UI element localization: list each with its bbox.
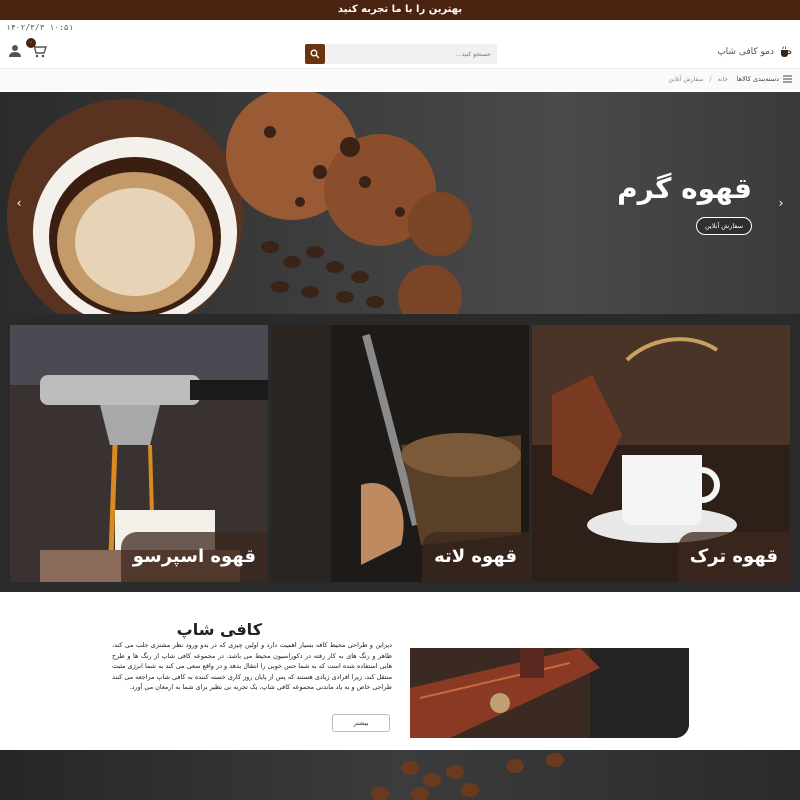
tile-espresso[interactable]: قهوه اسپرسو	[10, 325, 268, 582]
menu-icon	[783, 75, 792, 83]
more-button[interactable]: بیشتر	[332, 714, 390, 732]
category-tiles: قهوه ترک قهوه لاته قهوه اسپرسو	[0, 314, 800, 592]
search-button[interactable]	[305, 44, 325, 64]
datetime-display: ۱۴۰۲/۳/۳ ۱۰:۵۱	[6, 23, 74, 32]
search-input[interactable]	[325, 44, 497, 64]
tile-latte[interactable]: قهوه لاته	[271, 325, 529, 582]
about-image	[410, 648, 689, 738]
categories-menu[interactable]: دسته‌بندی کالاها	[737, 75, 792, 83]
chevron-left-icon[interactable]: ‹	[12, 196, 26, 210]
tile-turkish-coffee[interactable]: قهوه ترک	[532, 325, 790, 582]
coffee-beans-image	[371, 753, 564, 800]
categories-label: دسته‌بندی کالاها	[736, 75, 779, 83]
user-icon[interactable]	[6, 42, 24, 60]
search-bar	[305, 44, 497, 64]
cart-icon[interactable]: ۰	[26, 38, 48, 60]
breadcrumb-online-order[interactable]: سفارش آنلاین	[668, 76, 703, 83]
page: بهترین را با ما تجربه کنید ۱۴۰۲/۳/۳ ۱۰:۵…	[0, 0, 800, 800]
about-text: دیزاین و طراحی محیط کافه بسیار اهمیت دار…	[112, 641, 392, 691]
navigation-row: دسته‌بندی کالاها خانه / سفارش آنلاین	[0, 68, 800, 90]
breadcrumb-separator: /	[709, 76, 712, 83]
logo-text: دمو کافی شاپ	[717, 47, 774, 57]
site-logo[interactable]: دمو کافی شاپ	[717, 45, 792, 59]
hero-slider: ‹ › قهوه گرم سفارش آنلاین	[0, 92, 800, 314]
header-actions: ۰	[6, 38, 48, 60]
coffee-table-image	[410, 648, 689, 738]
tile-label-latte: قهوه لاته	[422, 532, 529, 582]
chevron-right-icon[interactable]: ›	[774, 196, 788, 210]
hero-order-button[interactable]: سفارش آنلاین	[696, 217, 752, 235]
breadcrumb: خانه / سفارش آنلاین	[668, 76, 728, 83]
tile-label-espresso: قهوه اسپرسو	[120, 532, 268, 582]
hero-title: قهوه گرم	[617, 172, 752, 205]
promo-bar: بهترین را با ما تجربه کنید	[0, 0, 800, 20]
breadcrumb-home[interactable]: خانه	[718, 76, 728, 83]
tile-label-turkish: قهوه ترک	[677, 532, 790, 582]
coffee-logo-icon	[781, 46, 792, 57]
about-title: کافی شاپ	[176, 620, 262, 639]
bottom-banner	[0, 750, 800, 800]
search-icon	[310, 49, 320, 59]
cart-count-badge: ۰	[26, 38, 36, 48]
